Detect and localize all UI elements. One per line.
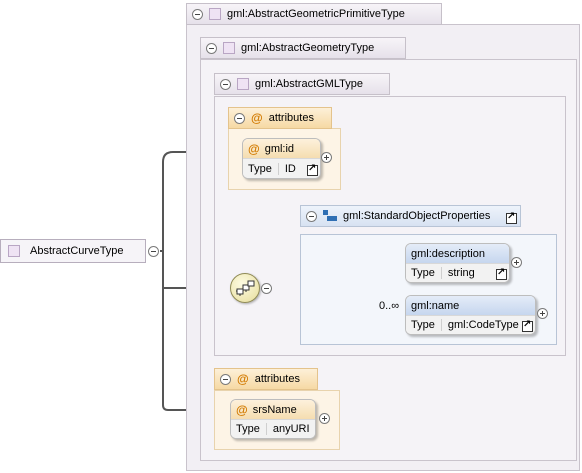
collapse-toggle[interactable] (234, 112, 245, 124)
expand-toggle[interactable] (511, 257, 522, 268)
type-label: gml:AbstractGeometryType (241, 42, 375, 54)
root-complex-type[interactable]: AbstractCurveType (0, 239, 146, 263)
expand-toggle[interactable] (319, 413, 330, 424)
complex-type-icon (237, 78, 249, 90)
element-name: gml:name (411, 299, 460, 312)
attribute-gml-id[interactable]: @ gml:id Type ID (242, 138, 321, 179)
collapse-toggle[interactable] (220, 78, 231, 90)
type-value: ID (284, 162, 296, 175)
group-tab-standard-object-properties[interactable]: gml:StandardObjectProperties (300, 205, 521, 227)
type-label: Type (406, 267, 442, 279)
link-arrow-icon[interactable] (522, 319, 533, 332)
group-label: gml:StandardObjectProperties (343, 210, 491, 222)
attribute-name: gml:id (264, 142, 295, 155)
collapse-toggle[interactable] (206, 42, 217, 54)
type-label: Type (406, 319, 442, 331)
complex-type-icon (223, 42, 235, 54)
link-arrow-icon[interactable] (307, 163, 318, 176)
root-label: AbstractCurveType (30, 245, 124, 257)
collapse-toggle[interactable] (192, 8, 203, 20)
group-icon (323, 210, 337, 222)
attributes-tab[interactable]: @ attributes (228, 107, 332, 129)
element-gml-name[interactable]: gml:name Type gml:CodeType (405, 295, 536, 335)
attribute-srsname[interactable]: @ srsName Type anyURI (230, 399, 316, 439)
type-label: gml:AbstractGeometricPrimitiveType (227, 8, 405, 20)
collapse-toggle[interactable] (220, 373, 231, 385)
sequence-compositor[interactable] (230, 273, 260, 303)
type-label: Type (231, 423, 267, 435)
type-label: gml:AbstractGMLType (255, 78, 363, 90)
element-name: gml:description (411, 247, 485, 260)
attributes-tab[interactable]: @ attributes (214, 368, 318, 390)
link-arrow-icon[interactable] (506, 211, 517, 224)
expand-toggle[interactable] (537, 308, 548, 319)
element-gml-description[interactable]: gml:description Type string (405, 243, 510, 283)
type-value: string (447, 267, 475, 279)
type-tab-abstract-geometric-primitive[interactable]: gml:AbstractGeometricPrimitiveType (186, 3, 442, 25)
collapse-toggle[interactable] (261, 283, 272, 294)
type-value: anyURI (272, 423, 310, 435)
attribute-icon: @ (251, 111, 263, 125)
attribute-icon: @ (248, 141, 260, 156)
type-tab-abstract-geometry[interactable]: gml:AbstractGeometryType (200, 37, 406, 59)
type-tab-abstract-gml[interactable]: gml:AbstractGMLType (214, 73, 390, 95)
attribute-name: srsName (252, 403, 297, 416)
attributes-label: attributes (268, 112, 314, 124)
attribute-icon: @ (237, 372, 249, 386)
root-collapse-toggle[interactable] (148, 246, 159, 257)
link-arrow-icon[interactable] (496, 267, 507, 280)
complex-type-icon (209, 8, 221, 20)
type-label: Type (243, 162, 279, 175)
complex-type-icon (8, 245, 20, 257)
expand-toggle[interactable] (321, 152, 332, 163)
type-value: gml:CodeType (447, 319, 519, 331)
collapse-toggle[interactable] (306, 210, 317, 222)
attributes-label: attributes (254, 373, 300, 385)
cardinality-label: 0..∞ (379, 300, 400, 312)
attribute-icon: @ (236, 402, 248, 417)
sequence-icon (236, 280, 255, 296)
